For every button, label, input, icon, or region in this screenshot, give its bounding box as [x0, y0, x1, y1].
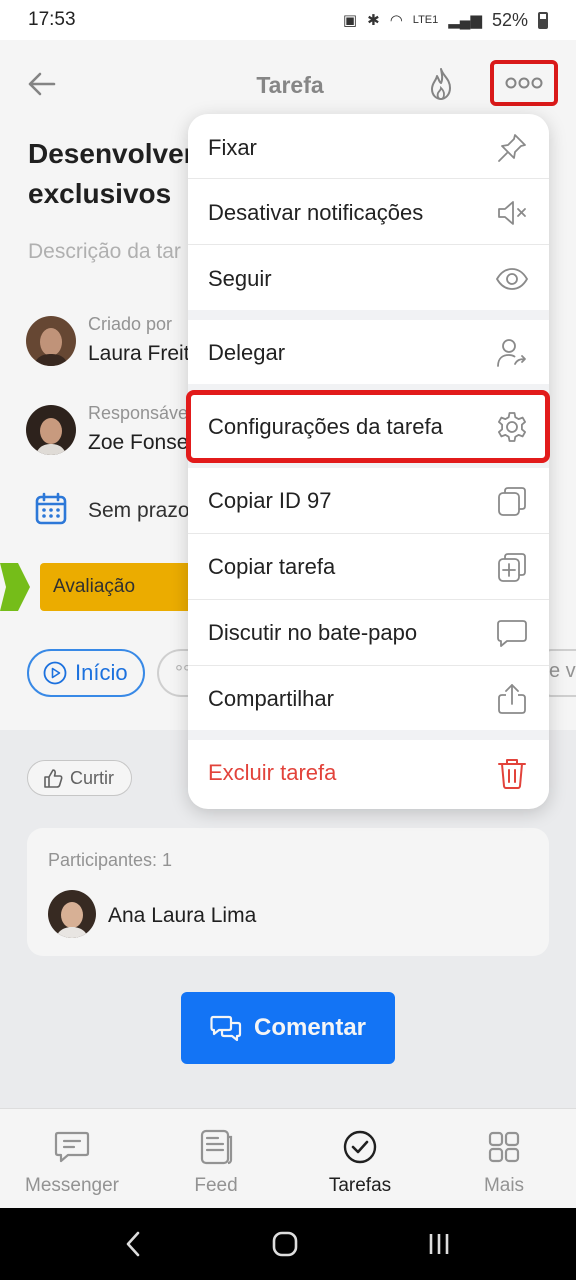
menu-item-label: Copiar ID 97 [208, 488, 332, 513]
battery-percent: 52% [491, 9, 528, 30]
menu-item-copy-task[interactable]: Copiar tarefa [188, 535, 549, 599]
eye-icon [495, 268, 529, 290]
menu-item-label: Copiar tarefa [208, 554, 336, 579]
signal-icon: ▂▄▆ [448, 12, 482, 29]
wifi-icon: ◠ [389, 12, 403, 29]
system-back-icon[interactable] [122, 1229, 146, 1259]
menu-item-pin[interactable]: Fixar [188, 116, 549, 180]
menu-item-delete-task[interactable]: Excluir tarefa [188, 741, 549, 805]
status-time: 17:53 [28, 9, 76, 30]
menu-item-label: Fixar [208, 135, 257, 160]
copy-icon [498, 487, 526, 516]
mute-icon [498, 201, 526, 225]
menu-item-delegate[interactable]: Delegar [188, 321, 549, 385]
system-home-icon[interactable] [270, 1229, 300, 1259]
pin-icon [498, 134, 526, 162]
delegate-icon [497, 339, 526, 367]
status-icons: ▣ ✱ ◠ LTE1 ▂▄▆ 52% [343, 10, 548, 31]
menu-item-share[interactable]: Compartilhar [188, 667, 549, 731]
menu-item-label: Compartilhar [208, 686, 334, 711]
menu-item-follow[interactable]: Seguir [188, 247, 549, 311]
sim-icon: ▣ [342, 12, 358, 29]
menu-item-copy-id[interactable]: Copiar ID 97 [188, 469, 549, 533]
menu-item-discuss-chat[interactable]: Discutir no bate-papo [188, 601, 549, 665]
menu-item-mute[interactable]: Desativar notificações [188, 181, 549, 245]
menu-item-label: Delegar [208, 340, 286, 365]
menu-item-label: Excluir tarefa [208, 760, 337, 785]
network-type: LTE1 [412, 14, 439, 26]
menu-item-label: Seguir [208, 266, 272, 291]
trash-icon [498, 759, 526, 789]
copy-plus-icon [498, 553, 526, 582]
status-bar: 17:53 ▣ ✱ ◠ LTE1 ▂▄▆ 52% [0, 0, 576, 40]
system-nav-bar [0, 1208, 576, 1280]
bluetooth-icon: ✱ [367, 12, 380, 29]
menu-item-label: Discutir no bate-papo [208, 620, 418, 645]
chat-bubble-icon [497, 620, 527, 647]
menu-item-label: Desativar notificações [208, 200, 424, 225]
highlight-box [186, 390, 550, 463]
share-icon [498, 684, 526, 714]
battery-icon [538, 11, 548, 29]
system-recents-icon[interactable] [424, 1229, 454, 1259]
